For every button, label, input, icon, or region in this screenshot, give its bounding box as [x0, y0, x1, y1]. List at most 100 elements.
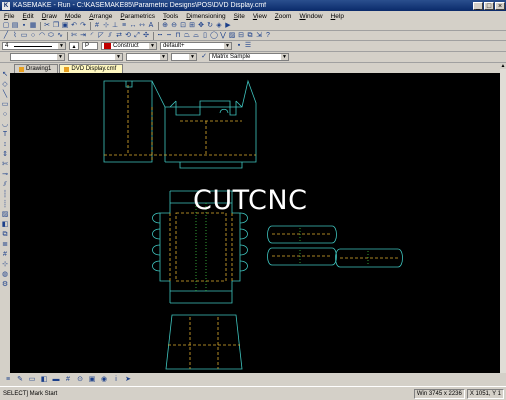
- menu-help[interactable]: Help: [331, 13, 344, 20]
- bridge-tool-icon[interactable]: ⊓: [174, 32, 182, 40]
- ellipse-tool-icon[interactable]: ⬭: [47, 32, 55, 40]
- strip-design-right[interactable]: [267, 225, 403, 268]
- menu-tools[interactable]: Tools: [163, 13, 178, 20]
- zoom-out-icon[interactable]: ⊖: [170, 22, 178, 30]
- undo-icon[interactable]: ↶: [70, 22, 78, 30]
- join-tool-icon[interactable]: ⊸: [1, 171, 9, 179]
- 3d-view-icon[interactable]: ◈: [215, 22, 223, 30]
- arc-tool-icon[interactable]: ◡: [1, 121, 9, 129]
- minimize-button[interactable]: _: [473, 1, 483, 10]
- hatch-tool-icon[interactable]: ▨: [1, 211, 9, 219]
- menu-draw[interactable]: Draw: [42, 13, 57, 20]
- crease-tool-icon[interactable]: ┅: [156, 32, 164, 40]
- offset-tool-icon[interactable]: ⫽: [106, 32, 114, 40]
- print-icon[interactable]: ▦: [29, 22, 37, 30]
- fillet-tool-icon[interactable]: ◜: [88, 32, 96, 40]
- layer-icon[interactable]: ≡: [120, 22, 128, 30]
- panel-design-bottom[interactable]: [165, 314, 243, 370]
- save-icon[interactable]: ▪: [20, 22, 28, 30]
- new-file-icon[interactable]: ▢: [2, 22, 10, 30]
- hatch-tool-icon[interactable]: ▨: [228, 32, 236, 40]
- layer-combo[interactable]: Construct ▼: [101, 42, 157, 50]
- fill-color-icon[interactable]: ◧: [40, 376, 48, 384]
- hole-tool-icon[interactable]: ◯: [210, 32, 218, 40]
- snap-tool-icon[interactable]: ⊹: [1, 261, 9, 269]
- notch-tool-icon[interactable]: ⋁: [219, 32, 227, 40]
- dimension-field-1[interactable]: ▼: [10, 53, 65, 61]
- copy-icon[interactable]: ❐: [52, 22, 60, 30]
- menu-parametrics[interactable]: Parametrics: [120, 13, 155, 20]
- paste-icon[interactable]: ▣: [61, 22, 69, 30]
- zoom-window-icon[interactable]: ⊡: [179, 22, 187, 30]
- pen-number-field[interactable]: P: [82, 42, 98, 50]
- zoom-all-icon[interactable]: ⊞: [188, 22, 196, 30]
- pen-icon[interactable]: ✎: [16, 376, 24, 384]
- sample-combo[interactable]: Matrix Sample ▼: [209, 53, 289, 61]
- dimension-tool-icon[interactable]: ↕: [1, 141, 9, 149]
- grid-tool-icon[interactable]: #: [1, 251, 9, 259]
- dimension-field-3[interactable]: ▼: [126, 53, 168, 61]
- measure-icon[interactable]: ↔: [129, 22, 137, 30]
- maximize-button[interactable]: □: [484, 1, 494, 10]
- move-tool-icon[interactable]: ✣: [142, 32, 150, 40]
- pen-up-button[interactable]: ▴: [69, 42, 79, 50]
- ortho-icon[interactable]: ⊥: [111, 22, 119, 30]
- zoom-in-icon[interactable]: ⊕: [161, 22, 169, 30]
- scale-tool-icon[interactable]: ⤢: [133, 32, 141, 40]
- snap-icon[interactable]: ⊹: [102, 22, 110, 30]
- rectangle-tool-icon[interactable]: ▭: [20, 32, 28, 40]
- curve-tool-icon[interactable]: ∿: [56, 32, 64, 40]
- lock-icon[interactable]: ▣: [88, 376, 96, 384]
- vertical-scrollbar[interactable]: ▲: [500, 63, 506, 373]
- select-tool-icon[interactable]: ↖: [1, 71, 9, 79]
- circle-tool-icon[interactable]: ○: [1, 111, 9, 119]
- carton-design-top[interactable]: [103, 79, 257, 169]
- rotate-tool-icon[interactable]: ⟲: [124, 32, 132, 40]
- grid-icon[interactable]: #: [93, 22, 101, 30]
- drawing-canvas[interactable]: [10, 73, 500, 373]
- line-tool-icon[interactable]: ╱: [2, 32, 10, 40]
- text-icon[interactable]: A: [147, 22, 155, 30]
- arc-tool-icon[interactable]: ◠: [38, 32, 46, 40]
- dimension-icon[interactable]: ⇿: [138, 22, 146, 30]
- group-tool-icon[interactable]: ⧉: [1, 231, 9, 239]
- settings-icon[interactable]: ⚙: [1, 281, 9, 289]
- pan-icon[interactable]: ✥: [197, 22, 205, 30]
- menu-dimensioning[interactable]: Dimensioning: [186, 13, 225, 20]
- help-icon[interactable]: ?: [264, 32, 272, 40]
- menu-view[interactable]: View: [253, 13, 267, 20]
- origin-icon[interactable]: ⊙: [76, 376, 84, 384]
- snap-grid-icon[interactable]: #: [64, 376, 72, 384]
- pen-style-combo[interactable]: 4 ▼: [2, 42, 66, 50]
- redo-icon[interactable]: ↷: [79, 22, 87, 30]
- tab-drawing1[interactable]: Drawing1: [14, 64, 59, 73]
- perforation-tool-icon[interactable]: ┉: [165, 32, 173, 40]
- menu-window[interactable]: Window: [299, 13, 322, 20]
- trim-tool-icon[interactable]: ✄: [1, 161, 9, 169]
- output-tool-icon[interactable]: ⇲: [255, 32, 263, 40]
- menu-arrange[interactable]: Arrange: [89, 13, 112, 20]
- dimension-field-4[interactable]: ▼: [171, 53, 197, 61]
- offset-tool-icon[interactable]: ⫽: [1, 181, 9, 189]
- refresh-icon[interactable]: ↻: [206, 22, 214, 30]
- scroll-up-icon[interactable]: ▲: [500, 63, 506, 69]
- line-color-icon[interactable]: ▬: [52, 376, 60, 384]
- chamfer-tool-icon[interactable]: ◸: [97, 32, 105, 40]
- extend-tool-icon[interactable]: ⇥: [79, 32, 87, 40]
- menu-mode[interactable]: Mode: [65, 13, 81, 20]
- polyline-tool-icon[interactable]: ⌇: [11, 32, 19, 40]
- cut-icon[interactable]: ✂: [43, 22, 51, 30]
- measure-tool-icon[interactable]: ⇕: [1, 151, 9, 159]
- nest-tool-icon[interactable]: ⧉: [246, 32, 254, 40]
- run-icon[interactable]: ▶: [224, 22, 232, 30]
- color-picker-icon[interactable]: ▪: [235, 42, 243, 50]
- glue-flap-tool-icon[interactable]: ⏢: [183, 32, 191, 40]
- mirror-tool-icon[interactable]: ⇄: [115, 32, 123, 40]
- send-icon[interactable]: ➤: [124, 376, 132, 384]
- layer-tool-icon[interactable]: ≣: [1, 241, 9, 249]
- info-icon[interactable]: i: [112, 376, 120, 384]
- crease-tool-icon[interactable]: ┆: [1, 191, 9, 199]
- dimension-field-2[interactable]: ▼: [68, 53, 123, 61]
- text-tool-icon[interactable]: T: [1, 131, 9, 139]
- properties-icon[interactable]: ☰: [244, 42, 252, 50]
